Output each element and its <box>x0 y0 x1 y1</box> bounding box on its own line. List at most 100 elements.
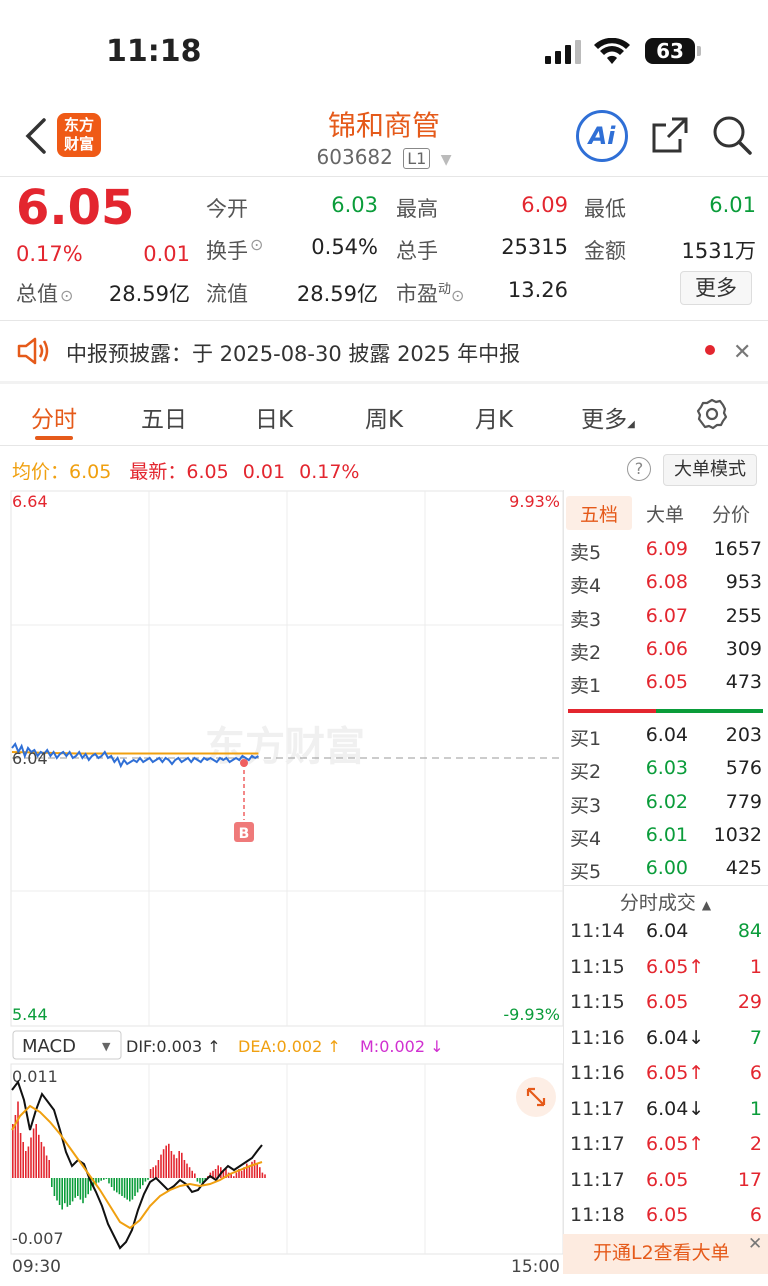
tabs-divider <box>0 445 768 446</box>
macd-bar <box>32 1128 35 1178</box>
ask-row[interactable]: 卖3 6.07 255 <box>568 601 768 634</box>
macd-bar <box>40 1142 43 1178</box>
notice-dot <box>705 345 715 355</box>
macd-bar <box>53 1178 56 1196</box>
macd-bar <box>157 1160 160 1178</box>
trade-row: 11:17 6.05↑ 2 <box>568 1129 768 1165</box>
bid-row[interactable]: 买3 6.02 779 <box>568 787 768 820</box>
trade-price: 6.05 <box>646 1168 689 1191</box>
quote-divider <box>0 320 768 321</box>
price-info-row: 均价：6.05 最新：6.05 0.01 0.17% <box>12 457 359 484</box>
more-button[interactable]: 更多 <box>680 271 752 305</box>
macd-bar <box>134 1178 136 1196</box>
macd-bar <box>199 1178 201 1184</box>
tab-daily-k[interactable]: 日K <box>242 400 306 434</box>
macd-bar <box>48 1160 50 1178</box>
low-label: 最低 <box>584 197 626 221</box>
trades-divider <box>563 885 768 886</box>
ask-volume: 953 <box>725 571 762 594</box>
trade-row: 11:18 6.05 6 <box>568 1200 768 1236</box>
settings-icon[interactable] <box>696 398 728 434</box>
dea-label: DEA:0.002 ↑ <box>238 1037 341 1056</box>
macd-bar <box>110 1178 113 1187</box>
tab-weekly-k[interactable]: 周K <box>352 400 416 434</box>
trade-volume: 1 <box>749 955 762 978</box>
macd-bar <box>35 1124 37 1178</box>
macd-bar <box>51 1178 53 1187</box>
ask-row[interactable]: 卖1 6.05 473 <box>568 667 768 700</box>
ask-row[interactable]: 卖2 6.06 309 <box>568 634 768 667</box>
pe-label: 市盈动⊙ <box>396 282 465 306</box>
trade-volume: 2 <box>749 1133 762 1155</box>
macd-bar <box>233 1176 235 1178</box>
trade-volume: 6 <box>749 1204 762 1226</box>
ob-tab-big-order[interactable]: 大单 <box>634 500 696 527</box>
ob-tab-price-split[interactable]: 分价 <box>700 500 762 527</box>
pe-value: 13.26 <box>507 278 568 302</box>
search-icon[interactable] <box>711 114 753 160</box>
info-icon[interactable]: ⊙ <box>451 286 464 305</box>
info-icon[interactable]: ⊙ <box>60 286 73 305</box>
buy-marker-label: B <box>239 826 250 842</box>
marker-dot <box>240 759 248 767</box>
macd-bar <box>261 1172 264 1178</box>
ob-tab-five-levels[interactable]: 五档 <box>566 500 632 527</box>
macd-bar <box>246 1163 248 1178</box>
info-icon[interactable]: ⊙ <box>250 235 263 254</box>
bid-row[interactable]: 买1 6.04 203 <box>568 720 768 753</box>
bid-row[interactable]: 买2 6.03 576 <box>568 753 768 786</box>
current-price: 6.05 <box>16 180 135 236</box>
macd-bar <box>103 1178 105 1180</box>
top-pct-label: 9.93% <box>509 492 560 511</box>
bid-row[interactable]: 买5 6.00 425 <box>568 853 768 886</box>
status-time: 11:18 <box>106 34 202 69</box>
macd-bar <box>235 1172 238 1178</box>
big-order-mode-button[interactable]: 大单模式 <box>663 454 757 486</box>
macd-bar <box>17 1101 19 1178</box>
share-icon[interactable] <box>650 115 690 159</box>
macd-bar <box>77 1178 79 1196</box>
tab-five-day[interactable]: 五日 <box>132 400 196 434</box>
macd-bar <box>181 1152 183 1178</box>
bid-row[interactable]: 买4 6.01 1032 <box>568 820 768 853</box>
bid-price: 6.03 <box>645 757 688 780</box>
macd-bar <box>162 1149 165 1178</box>
bid-volume: 779 <box>725 790 762 813</box>
trades-title[interactable]: 分时成交 ▲ <box>563 888 768 915</box>
pe-sup: 动 <box>438 282 452 297</box>
close-icon[interactable]: ✕ <box>733 340 751 365</box>
ai-icon[interactable]: Ai <box>576 110 628 162</box>
macd-bar <box>27 1146 30 1178</box>
tab-monthly-k[interactable]: 月K <box>462 400 526 434</box>
low-value: 6.01 <box>709 193 756 217</box>
macd-bar <box>191 1170 193 1178</box>
macd-bar <box>118 1178 121 1195</box>
macd-bar <box>155 1165 157 1178</box>
header-divider <box>0 176 768 177</box>
change-value: 0.01 <box>143 242 190 266</box>
trade-time: 11:17 <box>570 1133 625 1155</box>
intraday-chart[interactable]: 东方财富 B 6.64 9.93% 6.04 5.44 -9.93% MACD … <box>0 490 563 1280</box>
trade-row: 11:17 6.05 17 <box>568 1165 768 1201</box>
tab-intraday[interactable]: 分时 <box>22 400 86 434</box>
ask-volume: 1657 <box>713 538 762 560</box>
l2-banner[interactable]: 开通L2查看大单 <box>563 1234 768 1274</box>
ask-row[interactable]: 卖5 6.09 1657 <box>568 534 768 567</box>
macd-bar <box>214 1169 217 1178</box>
notice-text[interactable]: 中报预披露：于 2025-08-30 披露 2025 年中报 <box>66 338 520 368</box>
macd-bar <box>129 1178 131 1202</box>
close-icon[interactable]: ✕ <box>748 1234 762 1254</box>
info-change-pct: 0.17% <box>299 461 360 483</box>
macd-bar <box>178 1151 180 1178</box>
macd-bar <box>121 1178 123 1196</box>
bid-volume: 425 <box>725 857 762 880</box>
tab-more[interactable]: 更多◢ <box>570 400 646 434</box>
bid-volume: 576 <box>725 757 762 780</box>
ask-row[interactable]: 卖4 6.08 953 <box>568 567 768 600</box>
help-icon[interactable]: ? <box>627 457 651 481</box>
time-end-label: 15:00 <box>511 1257 560 1277</box>
trade-time: 11:17 <box>570 1168 625 1191</box>
trade-price: 6.05 <box>646 991 689 1013</box>
battery-tip <box>697 46 701 56</box>
bid-price: 6.00 <box>645 857 688 880</box>
